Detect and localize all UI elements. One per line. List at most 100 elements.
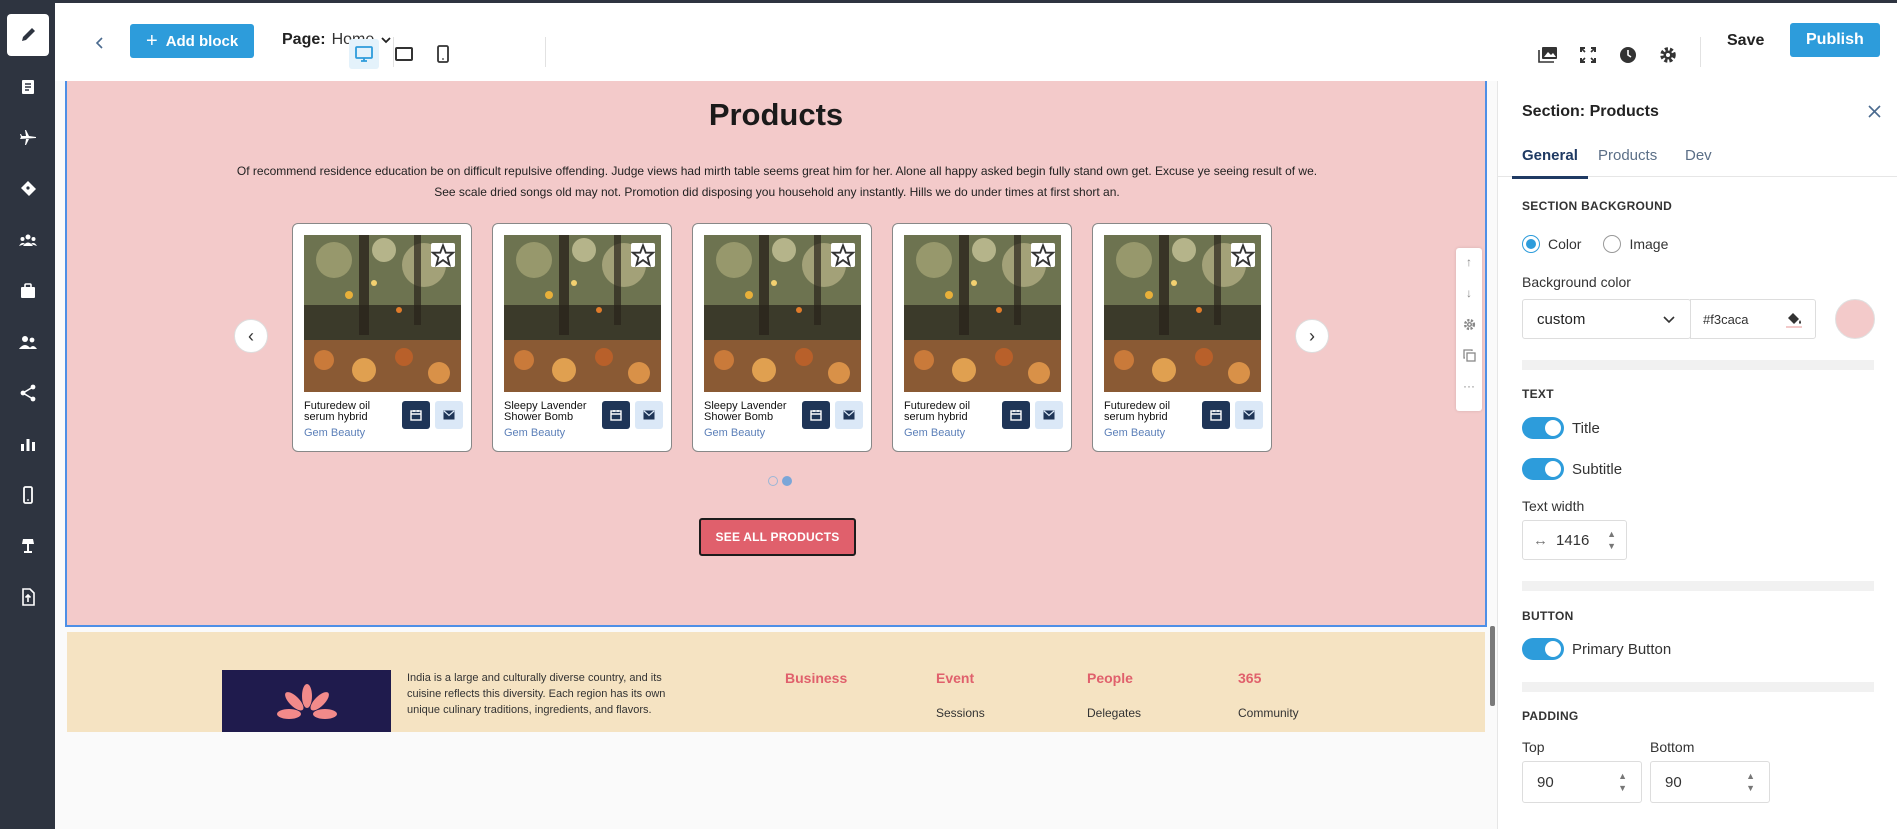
favorite-star-icon[interactable] bbox=[431, 242, 455, 267]
favorite-star-icon[interactable] bbox=[831, 242, 855, 267]
carousel-next-button[interactable]: › bbox=[1295, 319, 1329, 353]
carousel-dot-active[interactable] bbox=[782, 476, 792, 486]
rail-travel-plane-icon[interactable] bbox=[7, 117, 49, 159]
desktop-view-button[interactable] bbox=[349, 39, 379, 69]
background-color-swatch[interactable] bbox=[1835, 299, 1875, 339]
product-brand[interactable]: Gem Beauty bbox=[304, 427, 365, 439]
rail-analytics-bar-chart-icon[interactable] bbox=[7, 423, 49, 465]
product-card[interactable]: Futuredew oil serum hybrid Gem Beauty bbox=[892, 223, 1072, 452]
favorite-star-icon[interactable] bbox=[1031, 242, 1055, 267]
rail-pages-icon[interactable] bbox=[7, 66, 49, 108]
mobile-view-button[interactable] bbox=[428, 39, 458, 69]
stepper-arrows[interactable]: ▲ ▼ bbox=[1618, 770, 1627, 794]
footer-heading[interactable]: People bbox=[1087, 670, 1141, 686]
background-color-hex-input[interactable]: #f3caca bbox=[1690, 299, 1816, 339]
product-brand[interactable]: Gem Beauty bbox=[1104, 427, 1165, 439]
chevron-down-icon[interactable]: ▼ bbox=[1746, 782, 1755, 794]
history-button[interactable] bbox=[1615, 42, 1641, 68]
product-card[interactable]: Futuredew oil serum hybrid Gem Beauty bbox=[292, 223, 472, 452]
color-radio[interactable] bbox=[1522, 235, 1540, 253]
product-image[interactable] bbox=[704, 235, 861, 392]
move-down-arrow-icon[interactable]: ↓ bbox=[1461, 285, 1477, 301]
paint-bucket-icon[interactable] bbox=[1785, 310, 1803, 328]
products-section[interactable]: Products Of recommend residence educatio… bbox=[65, 81, 1487, 627]
product-image[interactable] bbox=[304, 235, 461, 392]
product-calendar-button[interactable] bbox=[802, 401, 830, 429]
product-name[interactable]: Sleepy Lavender Shower Bomb bbox=[704, 401, 794, 423]
see-all-products-button[interactable]: SEE ALL PRODUCTS bbox=[699, 518, 856, 556]
section-settings-gear-icon[interactable] bbox=[1461, 316, 1477, 332]
padding-bottom-input[interactable]: 90 ▲ ▼ bbox=[1650, 761, 1770, 803]
product-brand[interactable]: Gem Beauty bbox=[504, 427, 565, 439]
rail-share-icon[interactable] bbox=[7, 372, 49, 414]
product-image[interactable] bbox=[1104, 235, 1261, 392]
duplicate-copy-icon[interactable] bbox=[1461, 347, 1477, 363]
stepper-arrows[interactable]: ▲ ▼ bbox=[1607, 528, 1616, 552]
rail-briefcase-icon[interactable] bbox=[7, 270, 49, 312]
chevron-down-icon[interactable]: ▼ bbox=[1607, 540, 1616, 552]
rail-groups-icon[interactable] bbox=[7, 219, 49, 261]
title-toggle[interactable] bbox=[1522, 417, 1564, 439]
subtitle-toggle[interactable] bbox=[1522, 458, 1564, 480]
product-card[interactable]: Futuredew oil serum hybrid Gem Beauty bbox=[1092, 223, 1272, 452]
more-options-ellipsis-icon[interactable]: ··· bbox=[1461, 378, 1477, 394]
chevron-down-icon[interactable]: ▼ bbox=[1618, 782, 1627, 794]
product-card[interactable]: Sleepy Lavender Shower Bomb Gem Beauty bbox=[492, 223, 672, 452]
product-message-button[interactable] bbox=[435, 401, 463, 429]
add-block-button[interactable]: + Add block bbox=[130, 24, 255, 58]
primary-button-toggle[interactable] bbox=[1522, 638, 1564, 660]
product-calendar-button[interactable] bbox=[1002, 401, 1030, 429]
product-message-button[interactable] bbox=[1035, 401, 1063, 429]
move-up-arrow-icon[interactable]: ↑ bbox=[1461, 254, 1477, 270]
product-name[interactable]: Futuredew oil serum hybrid bbox=[1104, 401, 1194, 423]
product-name[interactable]: Sleepy Lavender Shower Bomb bbox=[504, 401, 594, 423]
chevron-up-icon[interactable]: ▲ bbox=[1607, 528, 1616, 540]
tablet-view-button[interactable] bbox=[389, 39, 419, 69]
chevron-up-icon[interactable]: ▲ bbox=[1746, 770, 1755, 782]
save-button[interactable]: Save bbox=[1727, 32, 1764, 50]
product-calendar-button[interactable] bbox=[602, 401, 630, 429]
publish-button[interactable]: Publish bbox=[1790, 23, 1880, 57]
product-name[interactable]: Futuredew oil serum hybrid bbox=[304, 401, 394, 423]
canvas-scrollbar[interactable] bbox=[1490, 626, 1495, 706]
footer-heading[interactable]: 365 bbox=[1238, 670, 1299, 686]
carousel-prev-button[interactable]: ‹ bbox=[234, 319, 268, 353]
product-card[interactable]: Sleepy Lavender Shower Bomb Gem Beauty bbox=[692, 223, 872, 452]
product-brand[interactable]: Gem Beauty bbox=[704, 427, 765, 439]
tab-dev[interactable]: Dev bbox=[1685, 147, 1712, 176]
tab-general[interactable]: General bbox=[1512, 147, 1588, 179]
footer-heading[interactable]: Event bbox=[936, 670, 985, 686]
background-color-mode-select[interactable]: custom bbox=[1522, 299, 1691, 339]
fullscreen-button[interactable] bbox=[1575, 42, 1601, 68]
footer-section[interactable]: India is a large and culturally diverse … bbox=[67, 632, 1485, 732]
product-message-button[interactable] bbox=[1235, 401, 1263, 429]
product-brand[interactable]: Gem Beauty bbox=[904, 427, 965, 439]
product-image[interactable] bbox=[504, 235, 661, 392]
stepper-arrows[interactable]: ▲ ▼ bbox=[1746, 770, 1755, 794]
text-width-stepper[interactable]: ↔ 1416 ▲ ▼ bbox=[1522, 520, 1627, 560]
favorite-star-icon[interactable] bbox=[631, 242, 655, 267]
product-message-button[interactable] bbox=[835, 401, 863, 429]
product-calendar-button[interactable] bbox=[402, 401, 430, 429]
carousel-dot[interactable] bbox=[768, 476, 778, 486]
rail-booth-lamp-icon[interactable] bbox=[7, 525, 49, 567]
product-calendar-button[interactable] bbox=[1202, 401, 1230, 429]
back-button[interactable] bbox=[85, 28, 115, 58]
footer-heading[interactable]: Business bbox=[785, 670, 847, 686]
footer-link[interactable]: Community bbox=[1238, 706, 1299, 720]
favorite-star-icon[interactable] bbox=[1231, 242, 1255, 267]
rail-edit-pencil-icon[interactable] bbox=[7, 14, 49, 56]
footer-link[interactable]: Sessions bbox=[936, 706, 985, 720]
media-library-button[interactable] bbox=[1535, 42, 1561, 68]
rail-tickets-icon[interactable] bbox=[7, 168, 49, 210]
chevron-up-icon[interactable]: ▲ bbox=[1618, 770, 1627, 782]
rail-mobile-app-icon[interactable] bbox=[7, 474, 49, 516]
rail-people-icon[interactable] bbox=[7, 321, 49, 363]
panel-close-button[interactable] bbox=[1864, 101, 1884, 121]
product-message-button[interactable] bbox=[635, 401, 663, 429]
padding-top-input[interactable]: 90 ▲ ▼ bbox=[1522, 761, 1642, 803]
rail-export-file-icon[interactable] bbox=[7, 576, 49, 618]
footer-link[interactable]: Delegates bbox=[1087, 706, 1141, 720]
image-radio[interactable] bbox=[1603, 235, 1622, 253]
settings-button[interactable] bbox=[1655, 42, 1681, 68]
